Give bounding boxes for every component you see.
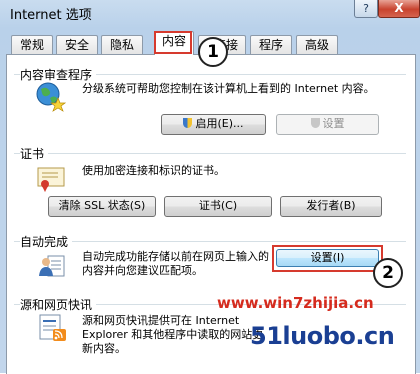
autocomplete-description: 自动完成功能存储以前在网页上输入的内容并向您建议匹配项。 [82,250,269,277]
shield-icon [183,118,193,128]
certificates-button[interactable]: 证书(C) [164,196,272,217]
autocomplete-title: 自动完成 [20,233,73,250]
clear-ssl-state-button[interactable]: 清除 SSL 状态(S) [48,196,156,217]
close-button[interactable]: X [378,0,420,18]
tab-highlight-box [154,31,192,54]
publishers-button[interactable]: 发行者(B) [280,196,382,217]
window-title: Internet 选项 [10,8,92,23]
tab-security[interactable]: 安全 [56,35,98,55]
certificates-description: 使用加密连接和标识的证书。 [82,164,225,177]
help-button[interactable]: ? [354,0,378,18]
section-separator [14,153,406,154]
feed-icon [38,312,68,342]
tab-privacy[interactable]: 隐私 [101,35,143,55]
certificates-title: 证书 [20,145,49,162]
globe-star-icon [34,80,67,112]
autocomplete-highlight-box [272,245,383,272]
watermark-win7zhijia: www.win7zhijia.cn [217,294,374,312]
callout-2: 2 [373,258,403,288]
shield-icon [310,118,320,128]
settings-button-label: 设置 [322,117,345,130]
feeds-title: 源和网页快讯 [20,296,97,313]
callout-1: 1 [198,37,228,67]
feeds-description: 源和网页快讯提供可在 Internet Explorer 和其他程序中读取的网站… [82,314,264,355]
enable-button-label: 启用(E)... [195,117,244,130]
certificate-icon [36,166,66,192]
watermark-51luobo: 51luobo.cn [250,322,395,350]
content-advisor-description: 分级系统可帮助您控制在该计算机上看到的 Internet 内容。 [82,82,375,95]
user-form-icon [38,252,66,278]
tab-general[interactable]: 常规 [11,35,53,55]
section-separator [14,241,406,242]
tab-programs[interactable]: 程序 [250,35,292,55]
tab-advanced[interactable]: 高级 [296,35,338,55]
internet-options-window: Internet 选项 ? X 常规 安全 隐私 内容 连接 程序 高级 1 内… [0,0,420,374]
content-advisor-settings-button[interactable]: 设置 [276,114,379,135]
enable-content-advisor-button[interactable]: 启用(E)... [161,114,266,135]
